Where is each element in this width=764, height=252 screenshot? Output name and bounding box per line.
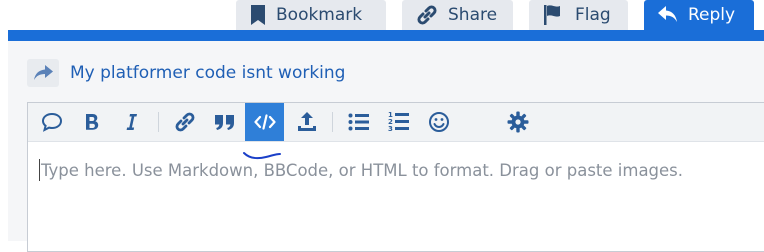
svg-text:3: 3 (388, 125, 393, 133)
bookmark-button[interactable]: Bookmark (236, 0, 386, 30)
text-caret (39, 159, 40, 181)
speech-bubble-icon[interactable] (38, 103, 66, 141)
reply-form-top-border (8, 30, 764, 41)
share-button[interactable]: Share (402, 0, 513, 30)
flag-label: Flag (575, 5, 611, 25)
toolbar-separator (332, 112, 333, 132)
bold-icon[interactable] (79, 103, 105, 141)
emoji-icon[interactable] (425, 103, 453, 141)
flag-button[interactable]: Flag (529, 0, 628, 30)
settings-gear-icon[interactable] (504, 103, 532, 141)
quote-icon[interactable] (211, 103, 239, 141)
code-icon[interactable] (245, 103, 284, 141)
placeholder-text: Type here. Use Markdown, BBCode, or HTML… (41, 160, 684, 180)
link-icon (416, 4, 438, 26)
reply-button[interactable]: Reply (644, 0, 754, 30)
bookmark-icon (250, 5, 266, 25)
share-arrow-icon (27, 59, 59, 87)
replying-to-header: My platformer code isnt working (27, 59, 345, 87)
topic-title-link[interactable]: My platformer code isnt working (70, 63, 345, 83)
bulleted-list-icon[interactable] (345, 103, 373, 141)
bookmark-label: Bookmark (276, 5, 363, 25)
link-icon[interactable] (171, 103, 199, 141)
editor-placeholder: Type here. Use Markdown, BBCode, or HTML… (39, 158, 683, 182)
toolbar-separator (158, 112, 159, 132)
share-label: Share (448, 5, 498, 25)
reply-icon (658, 6, 678, 24)
flag-icon (543, 5, 565, 25)
italic-icon[interactable] (119, 103, 143, 141)
numbered-list-icon[interactable]: 123 (385, 103, 413, 141)
upload-icon[interactable] (293, 103, 321, 141)
reply-label: Reply (688, 5, 736, 25)
